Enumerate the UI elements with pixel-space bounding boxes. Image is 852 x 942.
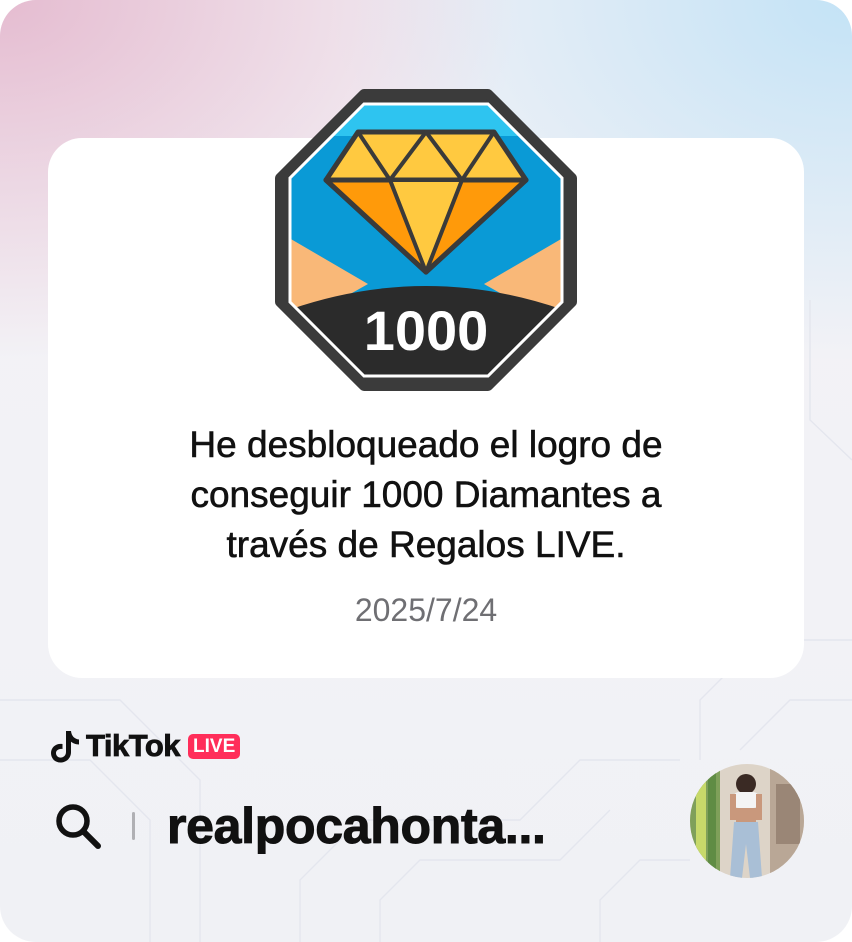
live-badge: LIVE — [188, 733, 241, 759]
message-line: He desbloqueado el logro de — [189, 424, 663, 466]
tiktok-live-brand: TikTok LIVE — [50, 726, 241, 766]
achievement-message: He desbloqueado el logro de conseguir 10… — [108, 420, 744, 570]
achievement-share-card: He desbloqueado el logro de conseguir 10… — [0, 0, 852, 942]
profile-avatar[interactable] — [690, 764, 804, 878]
message-line: través de Regalos LIVE. — [226, 524, 626, 566]
search-icon[interactable] — [52, 800, 104, 852]
tiktok-note-icon — [51, 731, 79, 763]
search-divider — [132, 812, 135, 840]
brand-name: TikTok — [86, 728, 181, 764]
search-bar[interactable]: realpocahonta... — [52, 790, 546, 862]
search-username[interactable]: realpocahonta... — [167, 797, 547, 855]
avatar-photo — [690, 764, 804, 878]
badge-number: 1000 — [364, 299, 489, 362]
message-line: conseguir 1000 Diamantes a — [190, 474, 662, 516]
achievement-badge: 1000 — [275, 89, 577, 391]
achievement-date: 2025/7/24 — [354, 592, 498, 628]
